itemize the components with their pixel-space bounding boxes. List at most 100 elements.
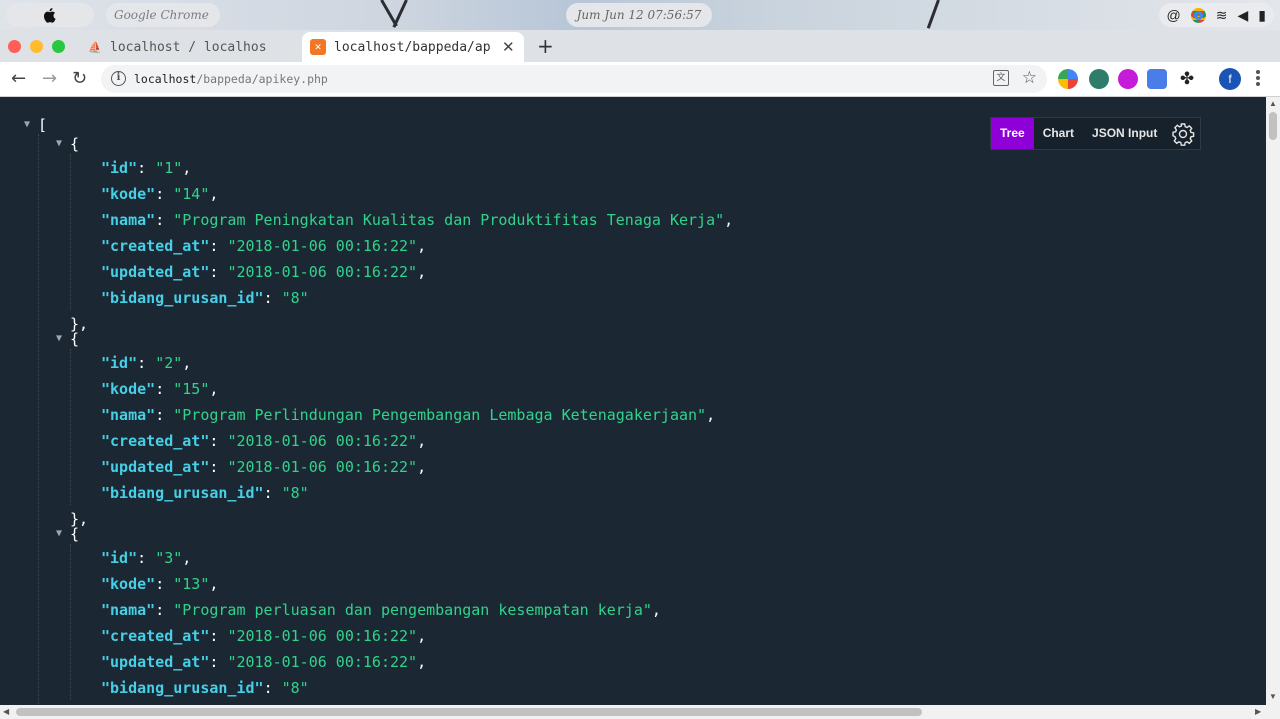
extension-purple-icon[interactable] (1118, 69, 1138, 89)
colon: : (155, 185, 174, 203)
json-property-row: "id": "3", (101, 545, 191, 571)
scroll-left-icon[interactable]: ◀ (3, 707, 9, 716)
maximize-window-button[interactable] (52, 40, 65, 53)
new-tab-button[interactable]: + (537, 34, 554, 58)
forward-button[interactable]: → (42, 68, 57, 89)
colon: : (155, 380, 174, 398)
json-key: "kode" (101, 380, 156, 398)
colon: : (209, 432, 228, 450)
extension-icon[interactable] (1058, 69, 1078, 89)
colon: : (263, 289, 282, 307)
wallpaper-wire (392, 0, 408, 28)
json-value: "15" (173, 380, 210, 398)
bracket: [ (38, 116, 48, 134)
json-property-row: "updated_at": "2018-01-06 00:16:22", (101, 259, 426, 285)
close-window-button[interactable] (8, 40, 21, 53)
phpmyadmin-icon: ⛵ (88, 40, 102, 54)
colon: : (209, 653, 228, 671)
json-value: "8" (281, 679, 309, 697)
json-property-row: "nama": "Program Peningkatan Kualitas da… (101, 207, 733, 233)
json-key: "id" (101, 549, 138, 567)
colon: : (155, 575, 174, 593)
chrome-tray-icon[interactable] (1190, 7, 1206, 23)
scroll-right-icon[interactable]: ▶ (1255, 707, 1261, 716)
google-translate-icon[interactable] (1147, 69, 1167, 89)
json-value: "2018-01-06 00:16:22" (227, 263, 418, 281)
active-app-name: Google Chrome (106, 3, 220, 27)
vertical-scrollbar[interactable]: ▲ ▼ (1266, 97, 1280, 705)
volume-icon[interactable]: ◀ (1238, 7, 1249, 24)
minimize-window-button[interactable] (30, 40, 43, 53)
browser-menu-icon[interactable] (1256, 70, 1260, 88)
json-property-row: "kode": "13", (101, 571, 218, 597)
json-property-row: "kode": "15", (101, 376, 218, 402)
colon: : (209, 458, 228, 476)
tab-label: localhost / localhos (110, 39, 267, 55)
json-object-open-brace: { (70, 521, 79, 547)
address-bar[interactable]: i localhost/bappeda/apikey.php 文 ☆ (101, 65, 1047, 93)
apple-menu-button[interactable] (6, 3, 94, 27)
collapse-object-toggle-icon[interactable]: ▼ (56, 138, 62, 149)
comma: , (182, 354, 192, 372)
json-key: "bidang_urusan_id" (101, 484, 264, 502)
scroll-up-icon[interactable]: ▲ (1269, 99, 1277, 108)
vertical-scroll-thumb[interactable] (1269, 112, 1277, 140)
extension-gnome-icon[interactable]: ✤ (1177, 69, 1197, 89)
comma: , (651, 601, 661, 619)
reload-button[interactable]: ↻ (72, 68, 87, 89)
tab-tree[interactable]: Tree (991, 118, 1034, 149)
json-property-row: "bidang_urusan_id": "8" (101, 480, 309, 506)
profile-avatar[interactable]: f (1219, 68, 1241, 90)
json-key: "kode" (101, 185, 156, 203)
close-tab-icon[interactable]: ✕ (502, 38, 515, 56)
collapse-root-toggle-icon[interactable]: ▼ (24, 119, 30, 130)
comma: , (417, 627, 427, 645)
horizontal-scroll-thumb[interactable] (16, 708, 922, 716)
comma: , (209, 380, 219, 398)
tab-apikey[interactable]: ✕ localhost/bappeda/ap ✕ (302, 32, 524, 62)
json-value: "8" (281, 289, 309, 307)
extension-globe-icon[interactable] (1089, 69, 1109, 89)
indent-guide (70, 154, 71, 310)
collapse-object-toggle-icon[interactable]: ▼ (56, 528, 62, 539)
bookmark-star-icon[interactable]: ☆ (1022, 68, 1037, 88)
json-value: "Program perluasan dan pengembangan kese… (173, 601, 652, 619)
json-key: "id" (101, 354, 138, 372)
json-property-row: "bidang_urusan_id": "8" (101, 285, 309, 311)
json-key: "updated_at" (101, 653, 210, 671)
json-property-row: "nama": "Program Perlindungan Pengembang… (101, 402, 715, 428)
url-path: /bappeda/apikey.php (196, 72, 328, 86)
json-key: "id" (101, 159, 138, 177)
comma: , (417, 237, 427, 255)
json-property-row: "id": "2", (101, 350, 191, 376)
json-value: "Program Perlindungan Pengembangan Lemba… (173, 406, 707, 424)
battery-icon[interactable]: ▮ (1258, 7, 1266, 24)
tab-json-input[interactable]: JSON Input (1083, 118, 1166, 149)
url-text[interactable]: localhost/bappeda/apikey.php (134, 72, 328, 86)
settings-gear-icon[interactable] (1166, 118, 1200, 149)
json-value: "1" (155, 159, 183, 177)
at-icon[interactable]: @ (1167, 7, 1181, 23)
json-key: "bidang_urusan_id" (101, 289, 264, 307)
back-button[interactable]: ← (11, 68, 26, 89)
json-key: "nama" (101, 601, 156, 619)
comma: , (182, 549, 192, 567)
json-value: "2018-01-06 00:16:22" (227, 458, 418, 476)
horizontal-scrollbar[interactable]: ◀ ▶ (0, 705, 1280, 719)
site-info-icon[interactable]: i (111, 71, 126, 86)
collapse-object-toggle-icon[interactable]: ▼ (56, 333, 62, 344)
wifi-icon[interactable]: ≋ (1216, 7, 1228, 24)
colon: : (137, 354, 156, 372)
tab-phpmyadmin[interactable]: ⛵ localhost / localhos (84, 32, 300, 62)
colon: : (209, 627, 228, 645)
scroll-down-icon[interactable]: ▼ (1269, 692, 1277, 701)
browser-tab-strip: ⛵ localhost / localhos ✕ localhost/bappe… (0, 30, 1280, 62)
colon: : (137, 159, 156, 177)
colon: : (137, 549, 156, 567)
tab-chart[interactable]: Chart (1034, 118, 1083, 149)
system-clock[interactable]: Jum Jun 12 07:56:57 (566, 3, 712, 27)
comma: , (182, 159, 192, 177)
translate-icon[interactable]: 文 (993, 70, 1009, 86)
json-key: "updated_at" (101, 263, 210, 281)
json-object-open-brace: { (70, 131, 79, 157)
